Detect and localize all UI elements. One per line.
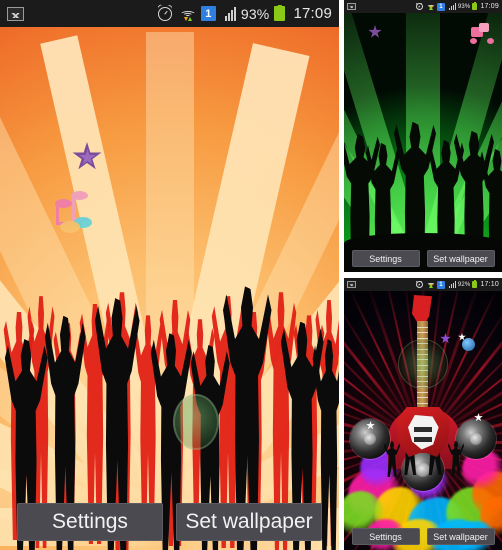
dancer-silhouettes	[344, 291, 502, 550]
settings-button[interactable]: Settings	[351, 528, 420, 545]
button-bar-green: Settings Set wallpaper	[344, 250, 502, 267]
settings-button[interactable]: Settings	[17, 503, 163, 541]
set-wallpaper-button[interactable]: Set wallpaper	[176, 503, 322, 541]
wifi-transfer-icon	[179, 7, 196, 21]
dancer-silhouette	[424, 425, 446, 475]
wifi-transfer-icon	[426, 3, 435, 10]
music-note-head-4	[60, 221, 80, 233]
button-bar-guitar: Settings Set wallpaper	[344, 528, 502, 545]
wallpaper-preview-panel-green: 1 93% 17:09 Settings Set wallpaper	[344, 0, 502, 272]
battery-percent-label: 93%	[457, 3, 471, 10]
status-bar-green: 1 93% 17:09	[344, 0, 502, 13]
gallery-icon	[347, 281, 356, 288]
music-note-head	[470, 38, 477, 44]
status-bar-main: 1 93% 17:09	[0, 0, 339, 27]
clock-label: 17:09	[293, 5, 332, 22]
notification-count-badge: 1	[436, 2, 445, 11]
clock-label: 17:09	[480, 3, 499, 10]
battery-percent-label: 93%	[240, 5, 270, 22]
alarm-clock-icon	[415, 3, 423, 10]
alarm-clock-icon	[157, 6, 172, 21]
signal-bars-icon	[448, 3, 456, 10]
gallery-icon	[347, 3, 356, 10]
music-note-icon-2	[479, 23, 489, 32]
wallpaper-preview-panel-guitar: 1 92% 17:10 Settings Set wallpaper	[344, 278, 502, 550]
signal-bars-icon	[224, 6, 236, 21]
gallery-icon	[7, 6, 24, 21]
notification-count-badge: 1	[200, 6, 216, 21]
dancer-silhouette	[448, 441, 464, 477]
planet-decoration	[462, 338, 475, 351]
music-note-head-2	[487, 38, 494, 44]
wallpaper-artwork-green-concert[interactable]	[344, 13, 502, 272]
music-note-head	[55, 199, 72, 208]
set-wallpaper-button[interactable]: Set wallpaper	[426, 250, 495, 267]
status-bar-guitar: 1 92% 17:10	[344, 278, 502, 291]
wallpaper-artwork-party-crowd[interactable]	[0, 27, 339, 550]
settings-button[interactable]: Settings	[351, 250, 420, 267]
battery-icon	[472, 281, 478, 288]
music-note-head-2	[71, 191, 88, 200]
battery-icon	[274, 6, 286, 21]
battery-icon	[472, 3, 478, 10]
signal-bars-icon	[448, 281, 456, 288]
dancer-silhouette	[384, 441, 400, 477]
screenshot-root: 1 93% 17:09 Settings Set wallpaper 1 93%…	[0, 0, 502, 550]
alarm-clock-icon	[415, 281, 423, 288]
watermark	[173, 394, 219, 450]
set-wallpaper-button[interactable]: Set wallpaper	[426, 528, 495, 545]
notification-count-badge: 1	[436, 280, 445, 289]
button-bar-main: Settings Set wallpaper	[0, 503, 339, 541]
wallpaper-preview-panel-main: 1 93% 17:09 Settings Set wallpaper	[0, 0, 339, 550]
dancer-silhouette	[400, 427, 420, 475]
wifi-transfer-icon	[426, 281, 435, 288]
wallpaper-artwork-electric-guitar[interactable]	[344, 291, 502, 550]
clock-label: 17:10	[480, 281, 499, 288]
battery-percent-label: 92%	[457, 281, 471, 288]
